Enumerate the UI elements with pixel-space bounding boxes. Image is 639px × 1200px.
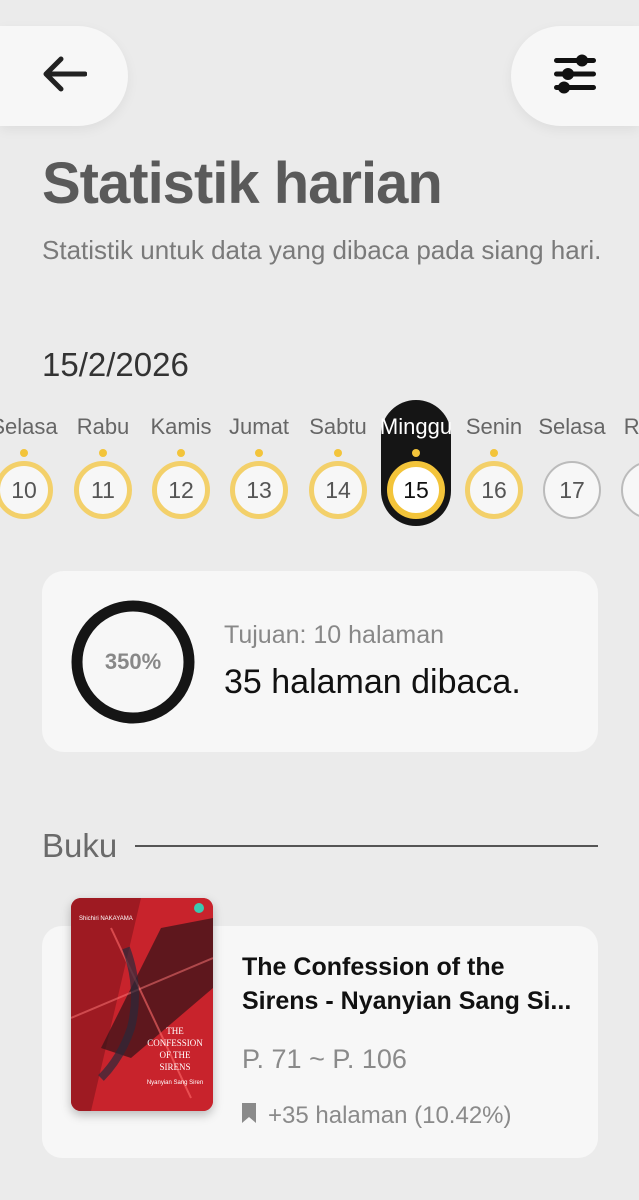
day-item-selected[interactable]: Minggu 15 bbox=[379, 400, 453, 526]
day-name: Selasa bbox=[0, 414, 58, 439]
svg-text:CONFESSION: CONFESSION bbox=[147, 1038, 203, 1048]
goal-percent: 350% bbox=[104, 649, 162, 674]
day-item[interactable]: Sabtu 14 bbox=[303, 400, 373, 526]
books-section-label: Buku bbox=[42, 827, 118, 864]
page-title: Statistik harian bbox=[42, 151, 443, 216]
book-title-line2: Sirens - Nyanyian Sang Si... bbox=[242, 987, 572, 1015]
day-number: 17 bbox=[543, 461, 601, 519]
day-name: Rabu bbox=[623, 414, 639, 439]
pages-read: 35 halaman dibaca. bbox=[224, 663, 521, 701]
day-number: 11 bbox=[74, 461, 132, 519]
day-number: 10 bbox=[0, 461, 53, 519]
day-name: Rabu bbox=[76, 414, 130, 439]
daily-goal-card: 350% Tujuan: 10 halaman 35 halaman dibac… bbox=[42, 571, 598, 752]
day-name: Jumat bbox=[229, 414, 289, 439]
read-indicator-dot bbox=[177, 449, 185, 457]
day-item[interactable]: Selasa 17 bbox=[537, 400, 607, 526]
read-indicator-dot bbox=[99, 449, 107, 457]
svg-text:OF THE: OF THE bbox=[159, 1050, 191, 1060]
day-number: 12 bbox=[152, 461, 210, 519]
book-progress: +35 halaman (10.42%) bbox=[242, 1102, 512, 1130]
selected-date: 15/2/2026 bbox=[42, 346, 189, 383]
read-indicator-dot bbox=[490, 449, 498, 457]
read-indicator-dot bbox=[255, 449, 263, 457]
back-button[interactable] bbox=[0, 26, 128, 126]
arrow-left-icon bbox=[41, 56, 88, 97]
goal-target: Tujuan: 10 halaman bbox=[224, 621, 445, 649]
day-name: Minggu bbox=[379, 414, 453, 439]
day-name: Kamis bbox=[150, 414, 212, 439]
day-name: Senin bbox=[465, 414, 523, 439]
day-number: 18 bbox=[621, 461, 639, 519]
cover-author: Shichiri NAKAYAMA bbox=[79, 916, 133, 922]
sliders-icon bbox=[552, 54, 598, 99]
book-progress-text: +35 halaman (10.42%) bbox=[268, 1102, 512, 1129]
read-indicator-dot bbox=[412, 449, 420, 457]
filter-button[interactable] bbox=[511, 26, 639, 126]
page-subtitle: Statistik untuk data yang dibaca pada si… bbox=[42, 235, 602, 265]
day-selector[interactable]: Selasa 10 Rabu 11 Kamis 12 Jumat 13 Sabt… bbox=[0, 400, 639, 530]
day-name: Sabtu bbox=[309, 414, 367, 439]
day-number: 16 bbox=[465, 461, 523, 519]
read-indicator-dot bbox=[334, 449, 342, 457]
day-item[interactable]: Selasa 10 bbox=[0, 400, 59, 526]
svg-text:SIRENS: SIRENS bbox=[159, 1062, 190, 1072]
day-number: 13 bbox=[230, 461, 288, 519]
day-item[interactable]: Kamis 12 bbox=[146, 400, 216, 526]
day-item[interactable]: Jumat 13 bbox=[224, 400, 294, 526]
day-item[interactable]: Rabu 18 bbox=[615, 400, 639, 526]
day-number: 15 bbox=[387, 461, 445, 519]
day-number: 14 bbox=[309, 461, 367, 519]
cover-subtitle: Nyanyian Sang Siren bbox=[147, 1080, 203, 1086]
book-title-line1: The Confession of the bbox=[242, 953, 505, 981]
section-divider bbox=[135, 845, 598, 847]
bookmark-icon bbox=[242, 1102, 256, 1130]
read-indicator-dot bbox=[568, 449, 576, 457]
book-cover-image[interactable]: Shichiri NAKAYAMA THE CONFESSION OF THE … bbox=[71, 898, 213, 1111]
svg-text:THE: THE bbox=[166, 1026, 184, 1036]
book-page-range: P. 71 ~ P. 106 bbox=[242, 1044, 407, 1074]
day-item[interactable]: Senin 16 bbox=[459, 400, 529, 526]
book-title: The Confession of the Sirens - Nyanyian … bbox=[242, 950, 587, 1018]
day-name: Selasa bbox=[538, 414, 606, 439]
read-indicator-dot bbox=[20, 449, 28, 457]
day-item[interactable]: Rabu 11 bbox=[68, 400, 138, 526]
books-section-header: Buku bbox=[42, 826, 598, 866]
